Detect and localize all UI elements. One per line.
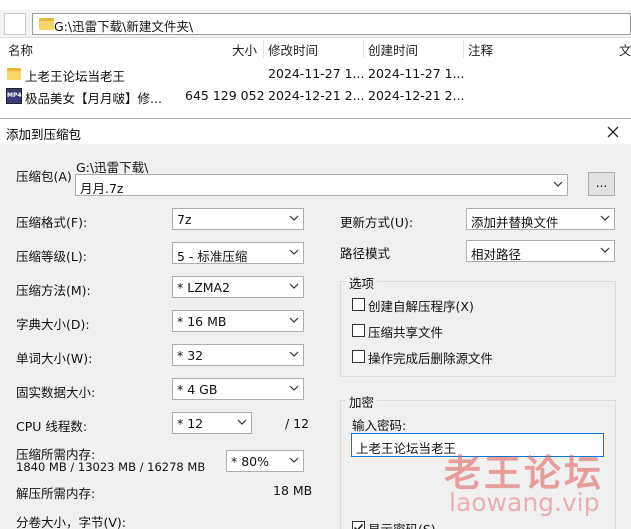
- method-label: 压缩方法(M):: [16, 283, 91, 298]
- column-modified[interactable]: 修改时间: [268, 40, 318, 59]
- word-select[interactable]: * 32: [172, 344, 304, 366]
- dialog-title: 添加到压缩包: [6, 127, 82, 142]
- menu-bar: [0, 0, 631, 9]
- column-divider: [363, 40, 364, 58]
- mem-decompress-label: 解压所需内存:: [16, 486, 96, 501]
- show-password-label: 显示密码(S): [368, 519, 436, 529]
- format-select[interactable]: 7z: [172, 208, 304, 230]
- level-select[interactable]: 5 - 标准压缩: [172, 242, 304, 264]
- password-value: 上老王论坛当老王: [356, 441, 457, 456]
- update-select[interactable]: 添加并替换文件: [466, 208, 615, 230]
- chevron-down-icon: [289, 383, 299, 393]
- watermark-url: laowang.vip: [449, 488, 600, 517]
- dict-value: * 16 MB: [177, 314, 227, 329]
- solid-select[interactable]: * 4 GB: [172, 378, 304, 400]
- dialog-title-bar: 添加到压缩包: [0, 119, 631, 145]
- folder-icon: [7, 68, 21, 80]
- threads-select[interactable]: * 12: [172, 412, 252, 434]
- file-name: 极品美女【月月啵】修...: [25, 91, 162, 106]
- file-name: 上老王论坛当老王: [25, 69, 126, 84]
- column-divider: [263, 40, 264, 58]
- update-value: 添加并替换文件: [471, 215, 559, 230]
- threads-value: * 12: [177, 416, 204, 431]
- mem-usage-value: * 80%: [231, 454, 270, 469]
- column-created[interactable]: 创建时间: [368, 40, 418, 59]
- table-row[interactable]: 上老王论坛当老王 2024-11-27 1... 2024-11-27 1...: [0, 63, 631, 85]
- chevron-down-icon: [289, 247, 299, 257]
- shared-checkbox[interactable]: [352, 324, 365, 337]
- dict-label: 字典大小(D):: [16, 317, 90, 332]
- path-mode-select[interactable]: 相对路径: [466, 240, 615, 262]
- file-modified: 2024-11-27 1...: [268, 66, 365, 81]
- delete-after-label: 操作完成后删除源文件: [368, 351, 494, 366]
- solid-value: * 4 GB: [177, 382, 218, 397]
- format-label: 压缩格式(F):: [16, 215, 88, 230]
- chevron-down-icon: [289, 349, 299, 359]
- column-overflow: 文: [619, 43, 631, 58]
- archive-name-combo[interactable]: 月月.7z: [75, 174, 568, 196]
- threads-label: CPU 线程数:: [16, 419, 88, 434]
- table-row[interactable]: MP4 极品美女【月月啵】修... 645 129 052 2024-12-21…: [0, 85, 631, 107]
- column-size[interactable]: 大小: [232, 40, 257, 59]
- file-size: 645 129 052: [185, 88, 265, 103]
- mem-decompress-value: 18 MB: [273, 483, 313, 498]
- chevron-down-icon: [289, 455, 299, 465]
- word-label: 单词大小(W):: [16, 351, 93, 366]
- encryption-title: 加密: [346, 392, 378, 411]
- path-mode-value: 相对路径: [471, 247, 522, 262]
- archive-label: 压缩包(A): [16, 169, 72, 184]
- chevron-down-icon: [600, 245, 610, 255]
- column-comment[interactable]: 注释: [468, 40, 493, 59]
- address-bar: G:\迅雷下载\新建文件夹\: [0, 10, 631, 38]
- delete-after-checkbox[interactable]: [352, 350, 365, 363]
- chevron-down-icon: [289, 315, 299, 325]
- word-value: * 32: [177, 348, 204, 363]
- mem-usage-select[interactable]: * 80%: [226, 450, 304, 472]
- split-label: 分卷大小，字节(V):: [16, 515, 127, 529]
- up-folder-button[interactable]: [4, 13, 26, 35]
- check-icon: [353, 523, 364, 529]
- mem-compress-detail: 1840 MB / 13023 MB / 16278 MB: [16, 460, 206, 474]
- solid-label: 固实数据大小:: [16, 385, 96, 400]
- archive-name-value: 月月.7z: [80, 181, 124, 196]
- update-label: 更新方式(U):: [340, 215, 414, 230]
- column-name[interactable]: 名称: [8, 40, 33, 59]
- close-button[interactable]: [601, 121, 625, 143]
- level-label: 压缩等级(L):: [16, 249, 87, 264]
- threads-max: / 12: [285, 416, 310, 431]
- folder-icon: [39, 18, 54, 30]
- show-password-checkbox[interactable]: [352, 521, 365, 529]
- path-mode-label: 路径模式: [340, 246, 391, 261]
- format-value: 7z: [177, 212, 192, 227]
- file-created: 2024-12-21 2...: [368, 88, 465, 103]
- options-title: 选项: [346, 273, 378, 292]
- close-icon: [607, 126, 619, 138]
- column-divider: [463, 40, 464, 58]
- sfx-checkbox[interactable]: [352, 298, 365, 311]
- method-select[interactable]: * LZMA2: [172, 276, 304, 298]
- dict-select[interactable]: * 16 MB: [172, 310, 304, 332]
- password-label: 输入密码:: [352, 418, 407, 433]
- chevron-down-icon: [289, 281, 299, 291]
- shared-label: 压缩共享文件: [368, 325, 444, 340]
- chevron-down-icon: [237, 417, 247, 427]
- chevron-down-icon: [289, 213, 299, 223]
- chevron-down-icon: [600, 213, 610, 223]
- file-modified: 2024-12-21 2...: [268, 88, 365, 103]
- video-file-icon: MP4: [6, 88, 22, 104]
- chevron-down-icon: [553, 179, 563, 189]
- sfx-label: 创建自解压程序(X): [368, 299, 474, 314]
- level-value: 5 - 标准压缩: [177, 249, 248, 264]
- browse-button[interactable]: ...: [588, 172, 615, 196]
- method-value: * LZMA2: [177, 280, 231, 295]
- file-created: 2024-11-27 1...: [368, 66, 465, 81]
- path-text: G:\迅雷下载\新建文件夹\: [54, 19, 194, 34]
